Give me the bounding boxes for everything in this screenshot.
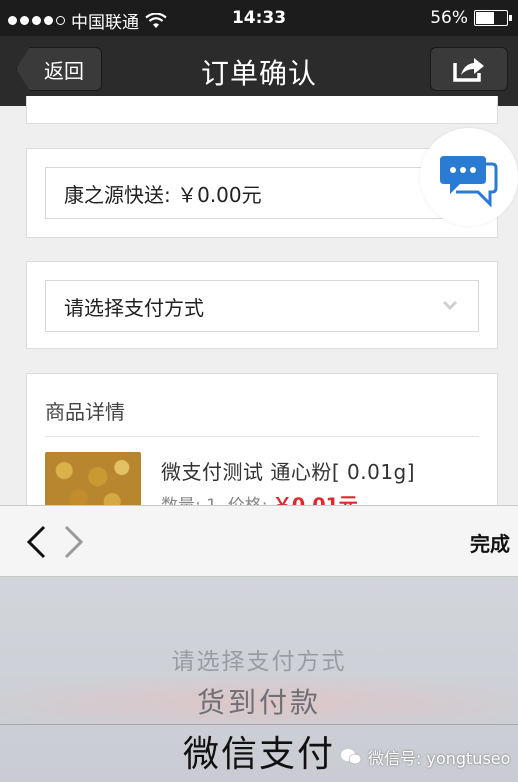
wechat-icon <box>341 749 362 765</box>
status-bar: 中国联通 14:33 56% <box>0 0 518 36</box>
watermark: 微信号: yongtuseo <box>340 745 510 769</box>
chevron-left-icon[interactable] <box>24 524 50 560</box>
payment-card: 请选择支付方式 <box>26 261 498 349</box>
watermark-text: 微信号: yongtuseo <box>368 749 511 768</box>
picker-option[interactable]: 货到付款 <box>0 681 518 721</box>
status-right: 56% <box>430 8 512 28</box>
share-icon <box>453 58 484 82</box>
product-section-title: 商品详情 <box>45 400 125 424</box>
payment-placeholder: 请选择支付方式 <box>64 295 204 320</box>
product-name: 微支付测试 通心粉[ 0.01g] <box>161 460 416 484</box>
shipping-field: 康之源快送: ￥0.00元 <box>45 167 479 219</box>
battery-percent: 56% <box>430 8 468 28</box>
picker-option[interactable]: 请选择支付方式 <box>0 642 518 676</box>
previous-card <box>26 96 498 124</box>
payment-select[interactable]: 请选择支付方式 <box>45 280 479 332</box>
done-button[interactable]: 完成 <box>470 528 510 557</box>
share-button[interactable] <box>430 47 508 91</box>
input-toolbar: 完成 <box>0 505 518 577</box>
chat-button[interactable] <box>420 128 518 226</box>
battery-icon <box>474 10 512 26</box>
chevron-right-icon[interactable] <box>60 524 86 560</box>
shipping-label: 康之源快送: ￥0.00元 <box>64 182 262 207</box>
chevron-down-icon <box>442 300 458 311</box>
divider <box>45 436 479 437</box>
chat-bubble-icon <box>440 156 498 208</box>
